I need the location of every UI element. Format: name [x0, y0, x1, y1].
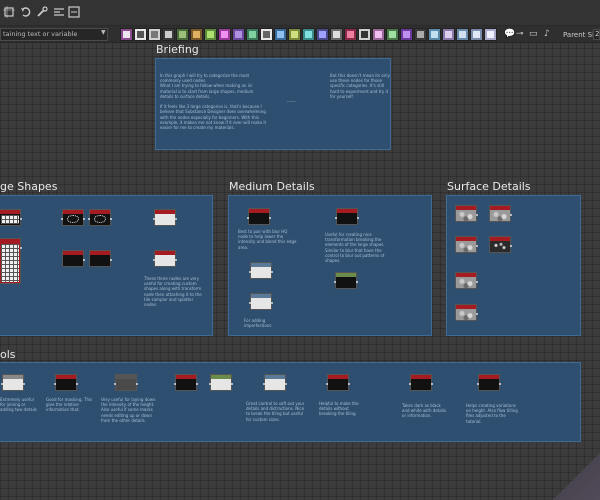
flood-fill-node[interactable] [477, 374, 501, 391]
large-shapes-comment: These three nodes are very useful for cr… [144, 276, 202, 308]
levels-node[interactable] [114, 374, 138, 391]
atomic-node-button-22[interactable] [414, 28, 427, 41]
shape-node[interactable] [62, 250, 85, 267]
height-blend-node[interactable] [326, 374, 350, 391]
atomic-node-button-7[interactable] [204, 28, 217, 41]
safe-transform-node[interactable] [263, 374, 287, 391]
settings-tool-icon[interactable] [35, 5, 49, 19]
atomic-node-button-16[interactable] [330, 28, 343, 41]
slope-blur-node[interactable] [334, 272, 358, 289]
fit-view-icon[interactable] [67, 5, 81, 19]
atomic-node-button-2[interactable] [134, 28, 147, 41]
fractal-sum-node[interactable] [455, 272, 478, 289]
splatter-circular-node[interactable] [61, 209, 85, 226]
atomic-node-button-11[interactable] [260, 28, 273, 41]
briefing-frame[interactable]: In this graph I will try to categorize t… [155, 58, 391, 150]
medium-comment-3: For adding imperfections [244, 318, 272, 329]
tools-comment-1: Extremely useful for joining or adding t… [0, 397, 37, 413]
non-uniform-blur-node[interactable] [249, 293, 273, 310]
shape-splatter-node[interactable] [153, 250, 177, 267]
graph-toolbar [0, 0, 600, 26]
pin-icon[interactable]: ⊸ [516, 29, 524, 39]
directional-warp-node[interactable] [249, 262, 273, 279]
atomic-node-button-24[interactable] [442, 28, 455, 41]
rotate-view-icon[interactable] [19, 5, 33, 19]
viewport-corner-decoration [540, 440, 600, 500]
parent-size-field[interactable]: 2 [593, 29, 600, 40]
atomic-node-button-23[interactable] [428, 28, 441, 41]
briefing-text-middle: ------ [287, 99, 296, 104]
blur-hq-node[interactable] [247, 208, 271, 225]
atomic-node-button-17[interactable] [344, 28, 357, 41]
filter-search-input[interactable]: taining text or variable [0, 28, 108, 41]
large-shapes-frame-title: ge Shapes [0, 180, 58, 193]
chevron-down-icon[interactable]: ▼ [101, 29, 106, 36]
atomic-node-button-20[interactable] [386, 28, 399, 41]
auto-levels-node[interactable] [209, 374, 233, 391]
histogram-scan-node[interactable] [54, 374, 78, 391]
transformation-2d-node[interactable] [153, 209, 177, 226]
medium-comment-1: Best to pair with blur HQ node to help l… [238, 229, 297, 250]
atomic-node-button-13[interactable] [288, 28, 301, 41]
splatter-circular-node-2[interactable] [88, 209, 112, 226]
tools-comment-4: Great control to soft out your details a… [246, 401, 305, 422]
dirt-node[interactable] [489, 236, 512, 253]
medium-details-frame[interactable]: Best to pair with blur HQ node to help l… [228, 195, 432, 336]
surface-details-frame[interactable] [446, 195, 581, 336]
atomic-node-button-14[interactable] [302, 28, 315, 41]
perlin-noise-node[interactable] [455, 236, 478, 253]
atomic-node-button-6[interactable] [190, 28, 203, 41]
tile-sampler-node[interactable] [0, 238, 22, 284]
atomic-node-button-26[interactable] [470, 28, 483, 41]
clouds-node[interactable] [455, 205, 478, 222]
blend-node[interactable] [1, 374, 25, 391]
atomic-node-button-10[interactable] [246, 28, 259, 41]
microphone-icon[interactable]: ♪ [544, 29, 550, 39]
atomic-node-button-3[interactable] [148, 28, 161, 41]
grunge-map-node[interactable] [489, 205, 512, 222]
atomic-node-button-9[interactable] [232, 28, 245, 41]
warp-node[interactable] [335, 208, 359, 225]
atomic-node-button-27[interactable] [484, 28, 497, 41]
tools-comment-7: Helps creating variations on height. Als… [466, 403, 518, 424]
atomic-node-button-5[interactable] [176, 28, 189, 41]
medium-details-frame-title: Medium Details [229, 180, 315, 193]
tile-generator-node[interactable] [0, 209, 22, 226]
atomic-node-button-21[interactable] [400, 28, 413, 41]
tools-comment-2: Good for masking. This give the relative… [46, 397, 93, 413]
briefing-text-left: In this graph I will try to categorize t… [160, 73, 267, 131]
tools-frame-title: ols [0, 348, 16, 361]
atomic-node-button-4[interactable] [162, 28, 175, 41]
atomic-node-button-25[interactable] [456, 28, 469, 41]
align-nodes-icon[interactable] [52, 5, 66, 19]
atomic-node-button-15[interactable] [316, 28, 329, 41]
large-shapes-frame[interactable]: These three nodes are very useful for cr… [0, 195, 213, 336]
atomic-node-button-18[interactable] [358, 28, 371, 41]
atomic-node-button-19[interactable] [372, 28, 385, 41]
histogram-range-node[interactable] [174, 374, 198, 391]
briefing-frame-title: Briefing [156, 43, 199, 56]
tools-frame[interactable]: Extremely useful for joining or adding t… [0, 362, 581, 442]
frame-node-icon[interactable]: ▭ [529, 29, 538, 39]
comment-icon[interactable]: 💬 [504, 29, 515, 39]
tools-comment-5: Helpful to make the details without brea… [319, 401, 359, 417]
tools-comment-3: Very useful for laying down the intensit… [101, 397, 156, 423]
frame-icon[interactable] [2, 5, 16, 19]
medium-comment-2: Useful for creating nice transformation … [325, 232, 385, 264]
tools-comment-6: Takes dark as black and white with detai… [402, 403, 447, 419]
atomic-node-button-8[interactable] [218, 28, 231, 41]
atomic-node-button-12[interactable] [274, 28, 287, 41]
invert-node[interactable] [409, 374, 433, 391]
surface-details-frame-title: Surface Details [447, 180, 531, 193]
polygon-node[interactable] [89, 250, 112, 267]
briefing-text-right: But this doesn't mean its only use these… [330, 73, 390, 99]
atomic-node-button-1[interactable] [120, 28, 133, 41]
bnw-spots-node[interactable] [455, 304, 478, 321]
